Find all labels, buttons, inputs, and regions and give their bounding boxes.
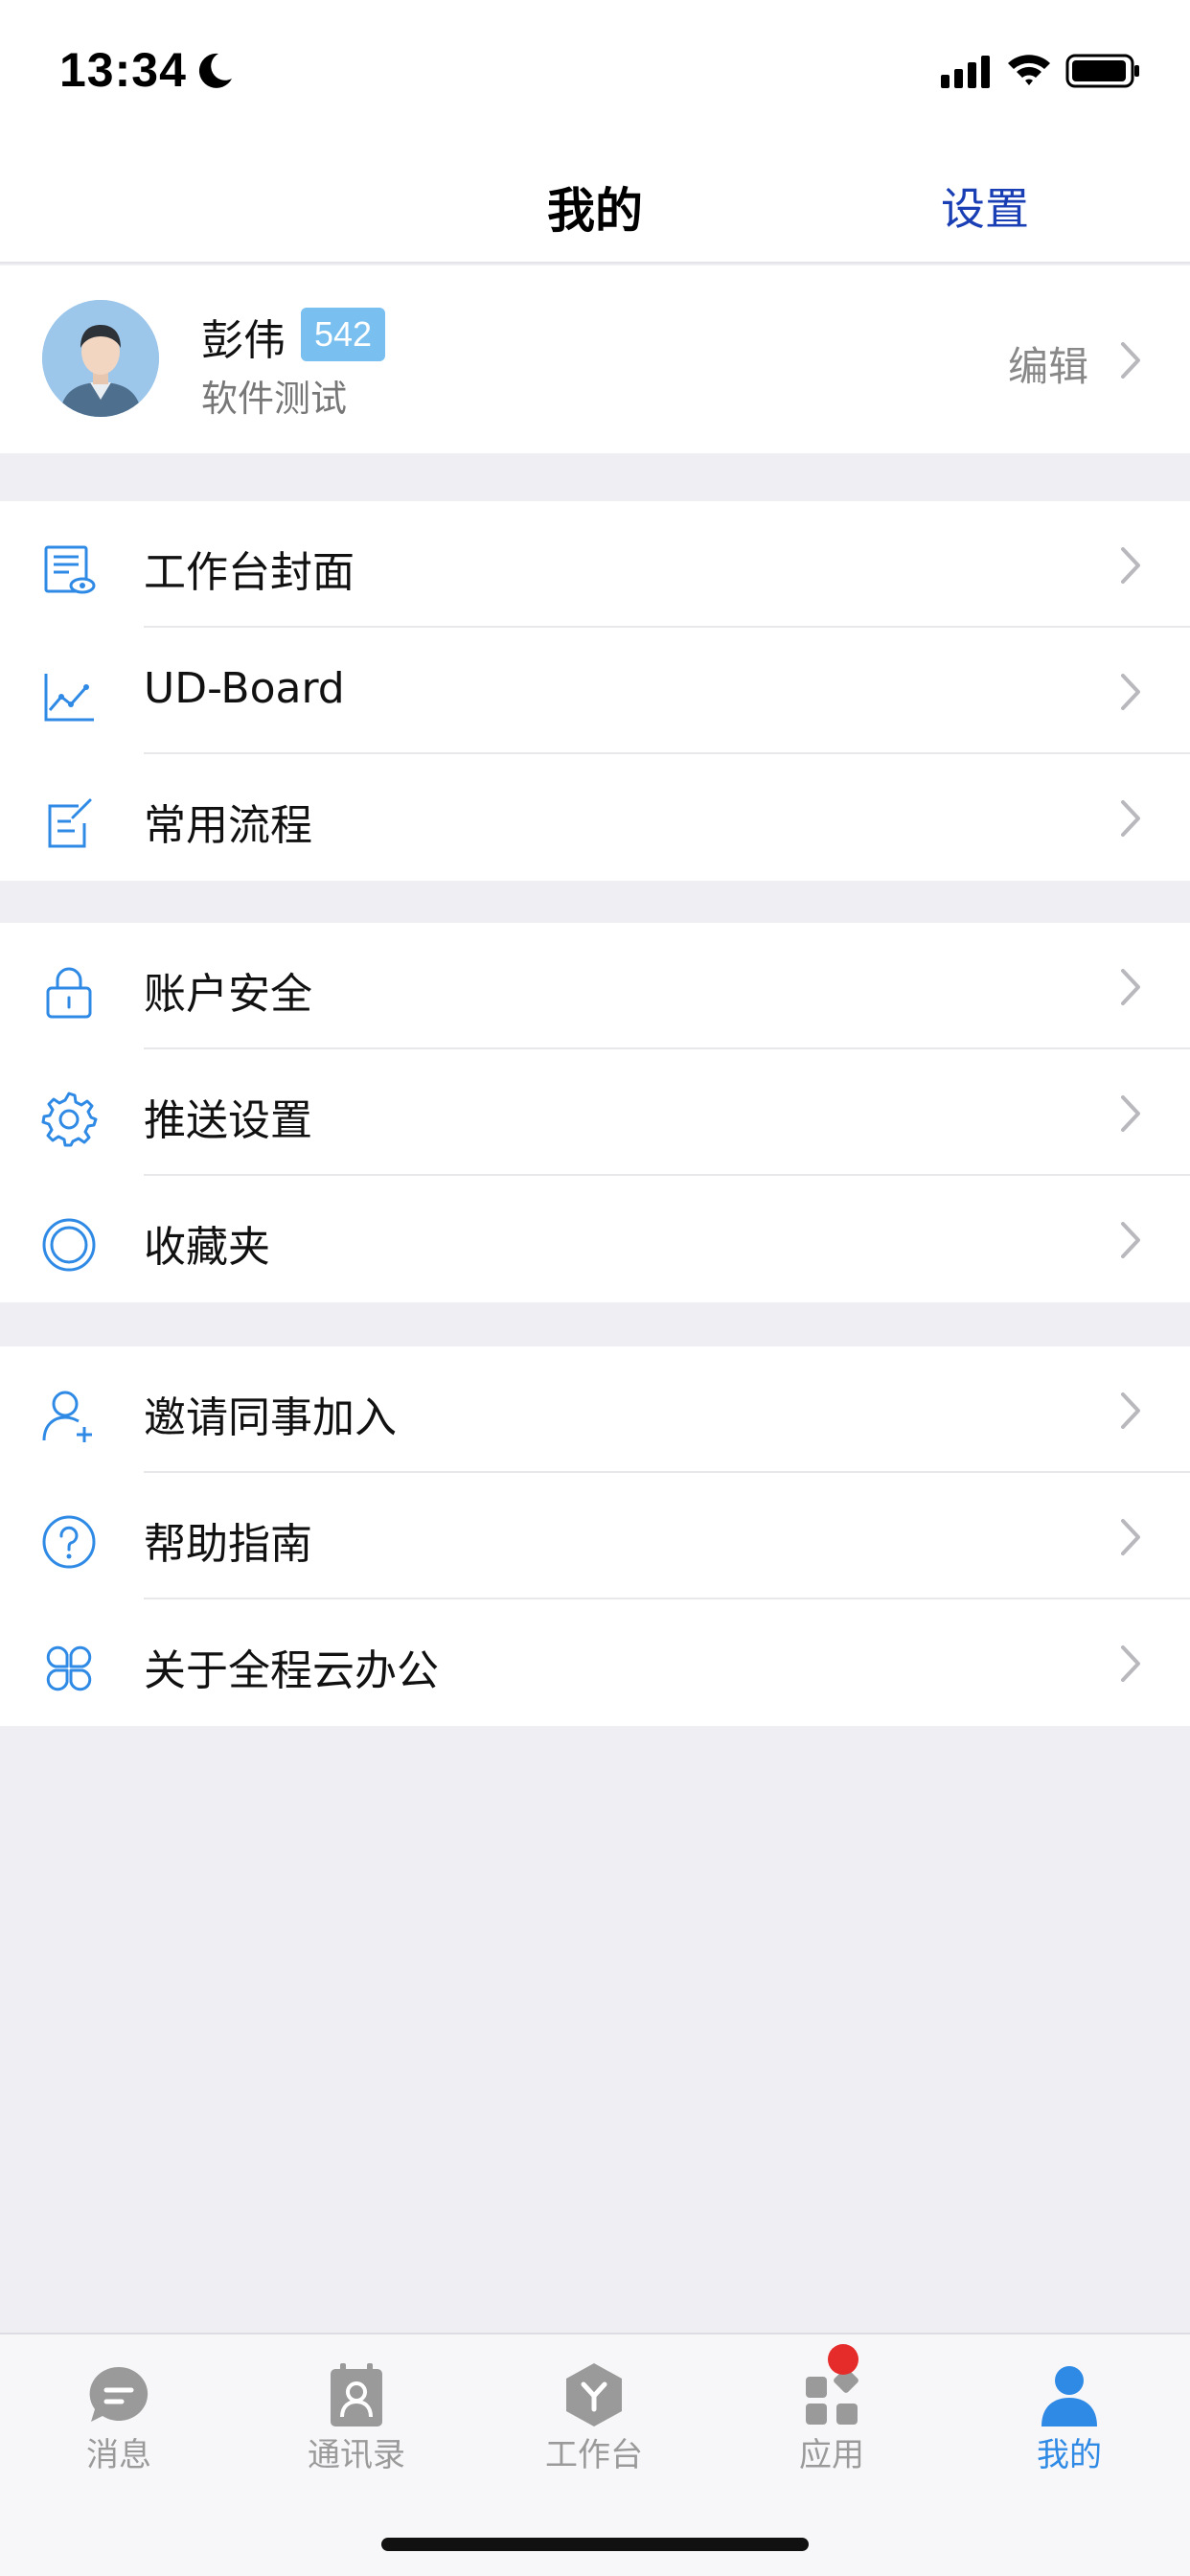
chevron-right-icon [1121,547,1140,584]
profile-name: 彭伟 [201,316,286,365]
menu-group-2: 账户安全 推送设置 收藏夹 [0,923,1190,1302]
profile-department: 软件测试 [201,378,348,420]
menu-item-invite-colleagues[interactable]: 邀请同事加入 [0,1346,1190,1473]
status-time: 13:34 [59,43,187,97]
menu-item-label: UD-Board [144,664,345,713]
tab-workbench[interactable]: 工作台 [475,2361,713,2475]
chevron-right-icon [1121,674,1140,710]
menu-item-label: 推送设置 [144,1096,312,1145]
wifi-icon [1008,55,1050,85]
signal-icon [941,56,990,88]
line-chart-icon [44,674,94,722]
tab-label: 通讯录 [308,2436,405,2474]
home-indicator [381,2538,809,2551]
tab-apps[interactable]: 应用 [713,2361,950,2475]
menu-item-label: 关于全程云办公 [144,1646,439,1695]
menu-item-label: 收藏夹 [144,1223,270,1272]
add-user-icon [42,1391,92,1442]
lock-icon [46,967,92,1019]
menu-item-about[interactable]: 关于全程云办公 [0,1599,1190,1726]
apps-icon [806,2368,858,2425]
favorites-ring-icon [42,1218,96,1272]
gear-icon [41,1092,98,1147]
profile-id-badge: 542 [301,308,386,361]
menu-item-common-processes[interactable]: 常用流程 [0,754,1190,881]
tab-profile[interactable]: 我的 [950,2361,1188,2475]
chevron-right-icon [1121,800,1140,837]
menu-item-push-settings[interactable]: 推送设置 [0,1049,1190,1176]
chevron-right-icon [1121,1222,1140,1258]
menu-item-label: 工作台封面 [144,548,355,597]
menu-item-ud-board[interactable]: UD-Board [0,628,1190,754]
menu-item-workbench-cover[interactable]: 工作台封面 [0,501,1190,628]
profile-card[interactable]: 彭伟 542 软件测试 编辑 [0,265,1190,453]
menu-group-3: 邀请同事加入 帮助指南 关于全程云办公 [0,1346,1190,1726]
tab-label: 工作台 [545,2436,643,2474]
tab-contacts[interactable]: 通讯录 [238,2361,475,2475]
chevron-right-icon [1121,1519,1140,1555]
menu-item-label: 账户安全 [144,970,312,1019]
settings-button[interactable]: 设置 [941,174,1029,238]
four-petal-icon [46,1645,92,1691]
avatar-person-icon [42,300,159,417]
battery-icon [1065,54,1139,88]
chevron-right-icon [1121,342,1140,379]
chevron-right-icon [1121,969,1140,1005]
menu-item-account-security[interactable]: 账户安全 [0,923,1190,1049]
navigation-bar: 我的 设置 [0,144,1190,264]
menu-item-label: 邀请同事加入 [144,1393,397,1442]
edit-form-icon [48,798,92,848]
status-bar: 13:34 [0,0,1190,144]
tab-label: 我的 [1037,2436,1102,2474]
avatar [42,300,159,417]
menu-group-1: 工作台封面 UD-Board 常用流程 [0,501,1190,881]
notification-dot [828,2344,858,2375]
menu-item-label: 常用流程 [144,801,312,850]
profile-icon [1041,2366,1097,2426]
menu-item-favorites[interactable]: 收藏夹 [0,1176,1190,1302]
contacts-icon [331,2363,382,2426]
chevron-right-icon [1121,1095,1140,1132]
chevron-right-icon [1121,1392,1140,1429]
menu-item-label: 帮助指南 [144,1520,312,1569]
message-icon [89,2366,149,2422]
menu-item-help-guide[interactable]: 帮助指南 [0,1473,1190,1599]
tab-label: 消息 [86,2436,151,2474]
chevron-right-icon [1121,1645,1140,1682]
tab-messages[interactable]: 消息 [0,2361,238,2475]
tab-label: 应用 [799,2436,864,2474]
workbench-cover-icon [44,545,96,594]
workbench-icon [566,2363,622,2426]
edit-profile-button[interactable]: 编辑 [1008,334,1088,393]
help-icon [42,1515,96,1569]
moon-icon [198,53,232,88]
my-page-screen: 13:34 我的 设置 彭伟 542 软件测试 编辑 工作台封面 UD-Boar… [0,0,1190,2576]
